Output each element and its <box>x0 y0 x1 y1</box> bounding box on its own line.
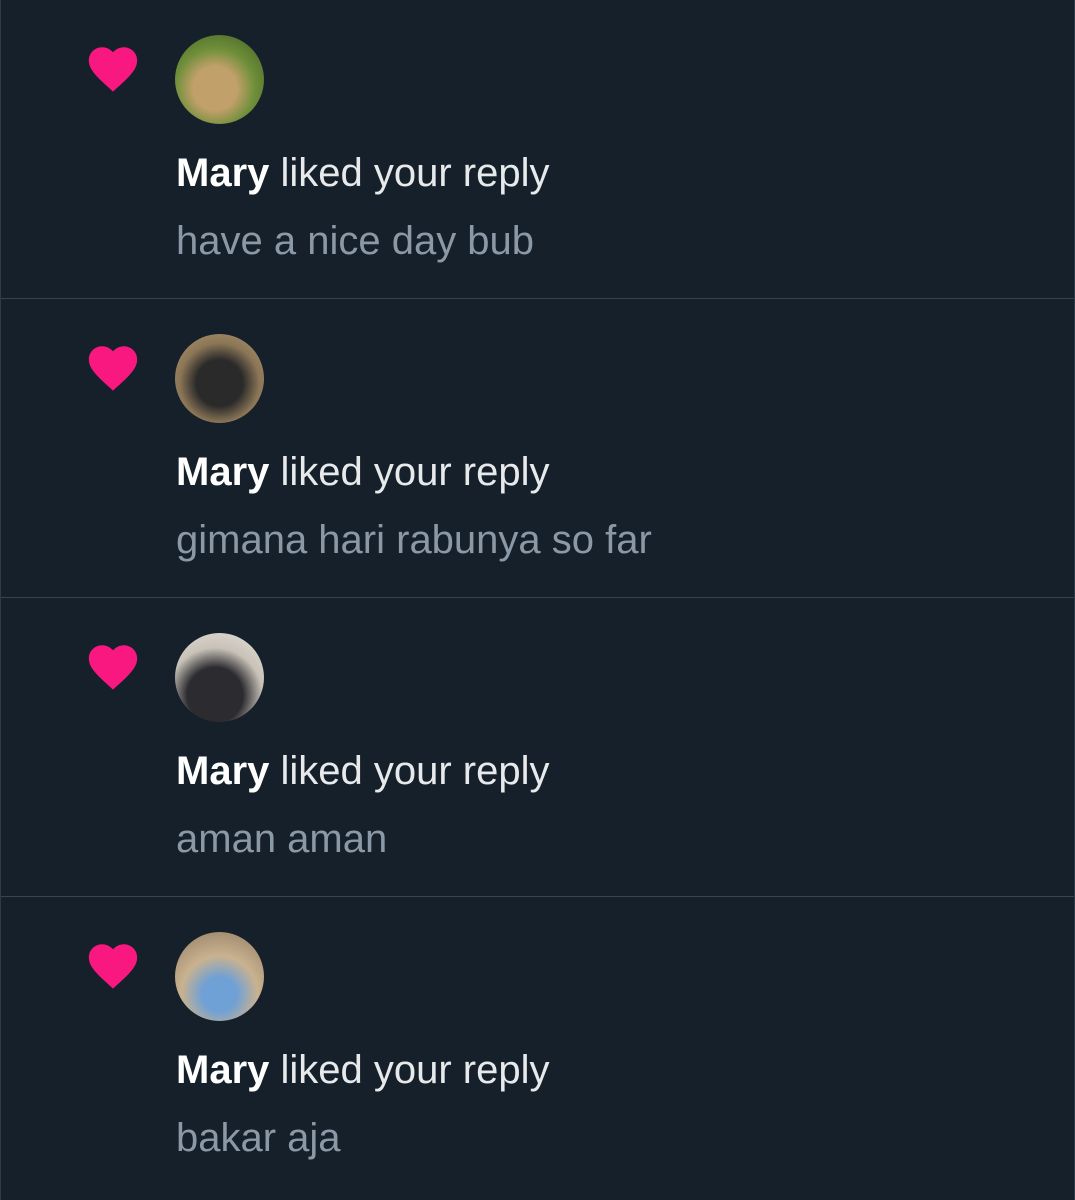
user-name[interactable]: Mary <box>176 151 269 195</box>
avatar[interactable] <box>175 633 264 722</box>
user-name[interactable]: Mary <box>176 749 269 793</box>
avatar[interactable] <box>175 932 264 1021</box>
reply-text: bakar aja <box>176 1116 341 1160</box>
like-notification[interactable]: Mary liked your reply bakar aja <box>1 897 1074 1200</box>
avatar[interactable] <box>175 334 264 423</box>
notification-text: Mary liked your reply <box>176 449 550 495</box>
reply-text: have a nice day bub <box>176 219 535 263</box>
action-text: liked your reply <box>269 151 550 195</box>
user-name[interactable]: Mary <box>176 450 269 494</box>
action-text: liked your reply <box>269 1048 550 1092</box>
reply-text: gimana hari rabunya so far <box>176 518 652 562</box>
notification-text: Mary liked your reply <box>176 748 550 794</box>
notification-text: Mary liked your reply <box>176 1047 550 1093</box>
notifications-feed: Mary liked your reply have a nice day bu… <box>0 0 1075 1200</box>
heart-icon <box>88 645 138 690</box>
like-notification[interactable]: Mary liked your reply gimana hari rabuny… <box>1 299 1074 598</box>
action-text: liked your reply <box>269 450 550 494</box>
heart-icon <box>88 346 138 391</box>
action-text: liked your reply <box>269 749 550 793</box>
heart-icon <box>88 944 138 989</box>
notification-text: Mary liked your reply <box>176 150 550 196</box>
heart-icon <box>88 47 138 92</box>
reply-text: aman aman <box>176 817 388 861</box>
like-notification[interactable]: Mary liked your reply aman aman <box>1 598 1074 897</box>
avatar[interactable] <box>175 35 264 124</box>
like-notification[interactable]: Mary liked your reply have a nice day bu… <box>1 0 1074 299</box>
user-name[interactable]: Mary <box>176 1048 269 1092</box>
